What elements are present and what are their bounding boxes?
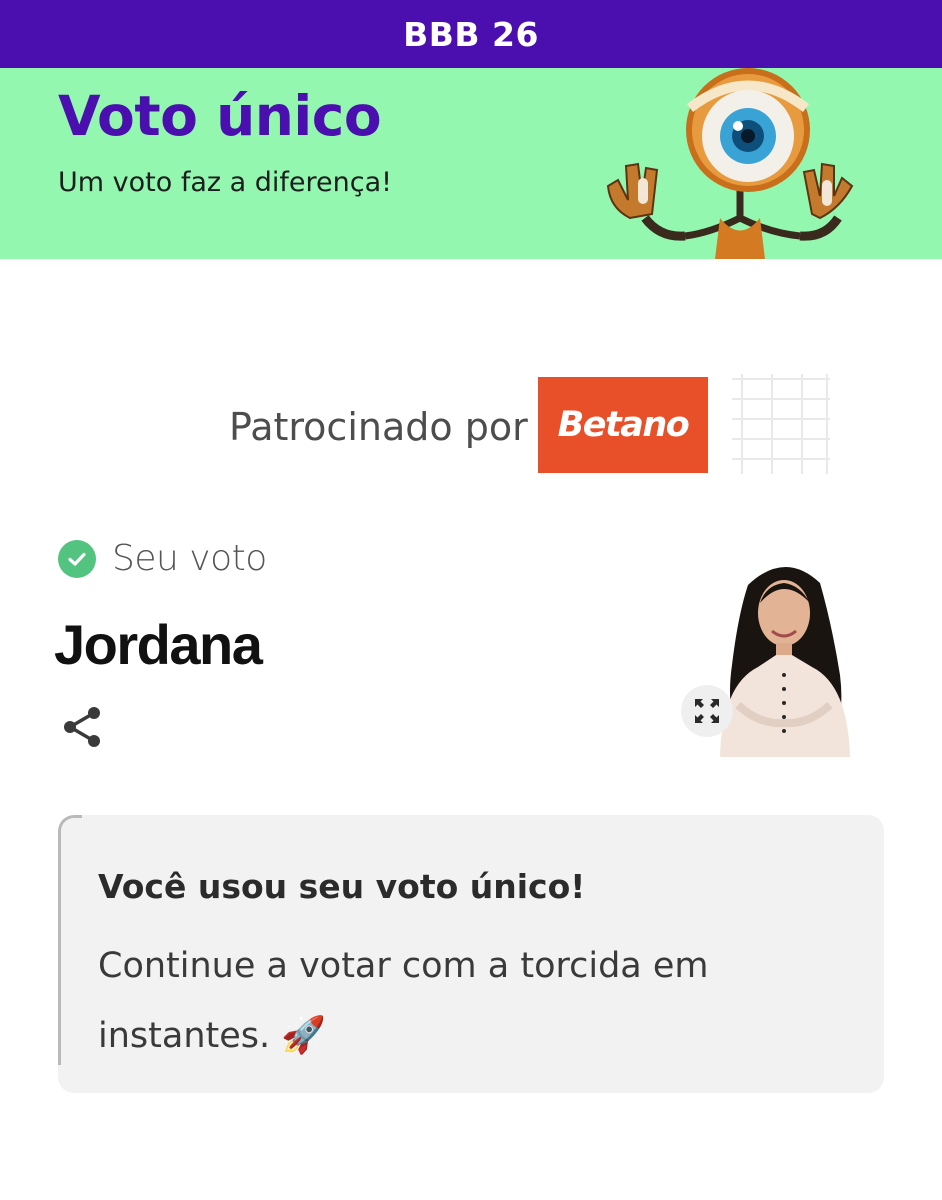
vote-status: Seu voto	[58, 538, 267, 579]
notice-body: Continue a votar com a torcida em instan…	[98, 931, 798, 1071]
hero-title: Voto único	[58, 84, 382, 148]
check-circle-icon	[58, 539, 96, 578]
candidate-name: Jordana	[54, 613, 263, 676]
vote-status-label: Seu voto	[112, 538, 267, 579]
hero-subtitle: Um voto faz a diferença!	[58, 167, 392, 198]
app-title: BBB 26	[403, 14, 539, 54]
big-brother-eye-robot-icon	[606, 68, 854, 259]
expand-icon	[695, 699, 719, 723]
sponsor-label: Patrocinado por	[229, 405, 528, 449]
sponsor-watermark-icon	[732, 374, 830, 474]
notice-accent-border	[58, 815, 82, 1065]
share-icon[interactable]	[60, 704, 106, 750]
notice-body-text: Continue a votar com a torcida em instan…	[98, 946, 709, 1056]
notice-title: Você usou seu voto único!	[98, 867, 586, 906]
sponsor-brand: Betano	[557, 405, 690, 445]
vote-used-notice: Você usou seu voto único! Continue a vot…	[58, 815, 884, 1093]
top-bar: BBB 26	[0, 0, 942, 68]
expand-photo-button[interactable]	[681, 685, 733, 737]
hero-banner: Voto único Um voto faz a diferença!	[0, 68, 942, 259]
rocket-icon: 🚀	[281, 1015, 327, 1056]
betano-logo[interactable]: Betano	[538, 377, 708, 473]
sponsor-section: Patrocinado por Betano	[0, 374, 942, 474]
